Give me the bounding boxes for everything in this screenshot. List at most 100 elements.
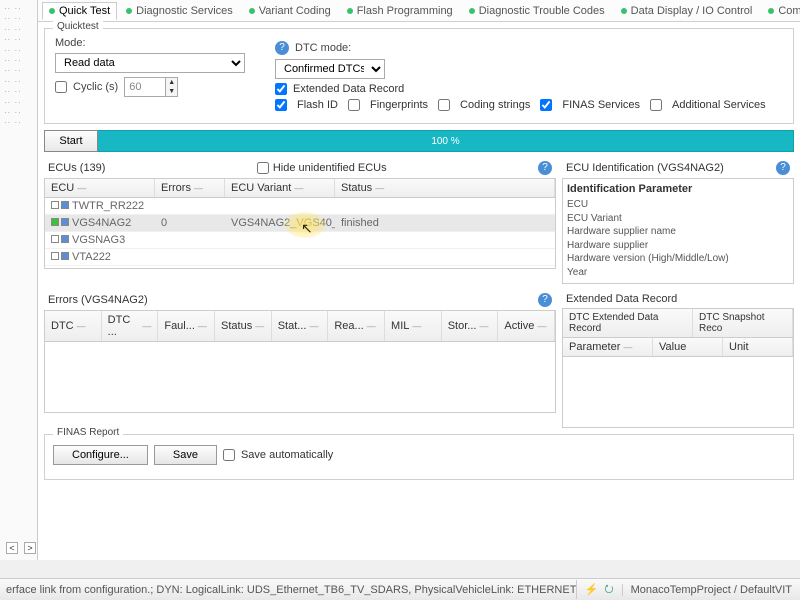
addl-label: Additional Services bbox=[672, 99, 766, 111]
tab-diagnostic-services[interactable]: Diagnostic Services bbox=[119, 2, 240, 20]
ecu-grid: ECU— Errors— ECU Variant— Status— TWTR_R… bbox=[44, 178, 556, 269]
ext-tab-extended[interactable]: DTC Extended Data Record bbox=[563, 309, 693, 337]
ecu-row[interactable]: VGS4NAG20VGS4NAG2_VGS40_...finished bbox=[45, 215, 555, 232]
tab-data-display[interactable]: Data Display / IO Control bbox=[614, 2, 760, 20]
flash-id-checkbox[interactable] bbox=[275, 99, 287, 111]
status-dot-icon bbox=[621, 8, 627, 14]
status-bar: erface link from configuration.; DYN: Lo… bbox=[0, 578, 800, 600]
err-col[interactable]: MIL— bbox=[385, 311, 442, 341]
cyclic-checkbox[interactable] bbox=[55, 81, 67, 93]
save-auto-label: Save automatically bbox=[241, 449, 333, 461]
finas-panel: FINAS Report Configure... Save Save auto… bbox=[44, 434, 794, 480]
ident-row: Hardware version (High/Middle/Low) bbox=[567, 252, 789, 266]
ident-row: Hardware supplier name bbox=[567, 225, 789, 239]
project-label: MonacoTempProject / DefaultVIT bbox=[631, 584, 792, 596]
ecu-grid-body[interactable]: TWTR_RR222VGS4NAG20VGS4NAG2_VGS40_...fin… bbox=[45, 198, 555, 268]
ecu-row[interactable]: VTA222 bbox=[45, 249, 555, 266]
finas-checkbox[interactable] bbox=[540, 99, 552, 111]
ident-title: ECU Identification (VGS4NAG2) bbox=[566, 162, 724, 174]
hide-unidentified-checkbox[interactable] bbox=[257, 162, 269, 174]
status-dot-icon bbox=[768, 8, 774, 14]
main-area: Quick Test Diagnostic Services Variant C… bbox=[38, 0, 800, 560]
progress-bar: 100 % bbox=[98, 130, 794, 152]
help-icon[interactable]: ? bbox=[776, 161, 790, 175]
tab-complete-vehicle[interactable]: Complete Vehic bbox=[761, 2, 800, 20]
spin-down-icon[interactable]: ▼ bbox=[165, 87, 177, 96]
tab-strip: Quick Test Diagnostic Services Variant C… bbox=[38, 0, 800, 22]
ecu-row[interactable]: TWTR_RR222 bbox=[45, 198, 555, 215]
quicktest-title: Quicktest bbox=[53, 21, 103, 32]
tab-flash-programming[interactable]: Flash Programming bbox=[340, 2, 460, 20]
addl-checkbox[interactable] bbox=[650, 99, 662, 111]
ident-row: ECU bbox=[567, 198, 789, 212]
dtc-mode-label: DTC mode: bbox=[295, 42, 351, 54]
tab-dtc[interactable]: Diagnostic Trouble Codes bbox=[462, 2, 612, 20]
sidebar-next-button[interactable]: > bbox=[24, 542, 36, 554]
fingerprints-label: Fingerprints bbox=[370, 99, 428, 111]
err-col[interactable]: Faul...— bbox=[158, 311, 215, 341]
err-col[interactable]: DTC— bbox=[45, 311, 102, 341]
ecu-row[interactable]: WPRA222 bbox=[45, 266, 555, 268]
ident-row: ECU Variant bbox=[567, 212, 789, 226]
hide-unidentified-label: Hide unidentified ECUs bbox=[273, 162, 387, 174]
col-status[interactable]: Status— bbox=[335, 179, 555, 197]
status-dot-icon bbox=[49, 8, 55, 14]
spin-up-icon[interactable]: ▲ bbox=[165, 78, 177, 87]
dtc-mode-select[interactable]: Confirmed DTCs bbox=[275, 59, 385, 79]
ext-grid: DTC Extended Data Record DTC Snapshot Re… bbox=[562, 308, 794, 428]
col-errors[interactable]: Errors— bbox=[155, 179, 225, 197]
ident-row: Hardware supplier bbox=[567, 239, 789, 253]
ext-col-unit[interactable]: Unit bbox=[723, 338, 793, 356]
quicktest-panel: Quicktest Mode: Read data Cyclic (s) ▲▼ … bbox=[44, 28, 794, 124]
status-dot-icon bbox=[249, 8, 255, 14]
errors-grid: DTC—DTC ...—Faul...—Status—Stat...—Rea..… bbox=[44, 310, 556, 413]
fingerprints-checkbox[interactable] bbox=[348, 99, 360, 111]
plug-icon: ⭮ bbox=[604, 580, 613, 599]
tree-sidebar: ·· ···· ···· ···· ···· ···· ···· ···· ··… bbox=[0, 0, 38, 560]
mode-select[interactable]: Read data bbox=[55, 53, 245, 73]
ident-header: Identification Parameter bbox=[567, 183, 789, 195]
cyclic-spinner[interactable]: ▲▼ bbox=[124, 77, 178, 97]
ecu-row[interactable]: VGSNAG3 bbox=[45, 232, 555, 249]
err-col[interactable]: Stat...— bbox=[272, 311, 329, 341]
errors-grid-body[interactable] bbox=[45, 342, 555, 412]
ext-col-param[interactable]: Parameter— bbox=[563, 338, 653, 356]
cyclic-label: Cyclic (s) bbox=[73, 81, 118, 93]
ident-row: Year bbox=[567, 266, 789, 280]
save-auto-checkbox[interactable] bbox=[223, 449, 235, 461]
ident-panel: Identification Parameter ECUECU VariantH… bbox=[562, 178, 794, 284]
start-button[interactable]: Start bbox=[44, 130, 98, 152]
ext-tab-snapshot[interactable]: DTC Snapshot Reco bbox=[693, 309, 793, 337]
col-ecu[interactable]: ECU— bbox=[45, 179, 155, 197]
ecus-title: ECUs (139) bbox=[48, 162, 105, 174]
coding-checkbox[interactable] bbox=[438, 99, 450, 111]
sidebar-prev-button[interactable]: < bbox=[6, 542, 18, 554]
link-icon: ⚡ bbox=[585, 583, 599, 596]
err-col[interactable]: Active— bbox=[498, 311, 555, 341]
tab-variant-coding[interactable]: Variant Coding bbox=[242, 2, 338, 20]
ext-data-label: Extended Data Record bbox=[293, 83, 404, 95]
status-dot-icon bbox=[347, 8, 353, 14]
save-button[interactable]: Save bbox=[154, 445, 217, 465]
col-variant[interactable]: ECU Variant— bbox=[225, 179, 335, 197]
errors-title: Errors (VGS4NAG2) bbox=[48, 294, 148, 306]
err-col[interactable]: Status— bbox=[215, 311, 272, 341]
ext-title: Extended Data Record bbox=[566, 293, 677, 305]
ext-grid-body[interactable] bbox=[563, 357, 793, 427]
tab-quick-test[interactable]: Quick Test bbox=[42, 2, 117, 20]
mode-label: Mode: bbox=[55, 37, 245, 49]
cyclic-input[interactable] bbox=[125, 78, 165, 96]
sidebar-items: ·· ···· ···· ···· ···· ···· ···· ···· ··… bbox=[0, 0, 37, 133]
finas-title: FINAS Report bbox=[53, 427, 123, 438]
help-icon[interactable]: ? bbox=[538, 293, 552, 307]
configure-button[interactable]: Configure... bbox=[53, 445, 148, 465]
help-icon[interactable]: ? bbox=[275, 41, 289, 55]
help-icon[interactable]: ? bbox=[538, 161, 552, 175]
ext-data-checkbox[interactable] bbox=[275, 83, 287, 95]
status-text: erface link from configuration.; DYN: Lo… bbox=[6, 584, 576, 596]
err-col[interactable]: DTC ...— bbox=[102, 311, 159, 341]
ext-col-value[interactable]: Value bbox=[653, 338, 723, 356]
err-col[interactable]: Rea...— bbox=[328, 311, 385, 341]
status-dot-icon bbox=[469, 8, 475, 14]
err-col[interactable]: Stor...— bbox=[442, 311, 499, 341]
